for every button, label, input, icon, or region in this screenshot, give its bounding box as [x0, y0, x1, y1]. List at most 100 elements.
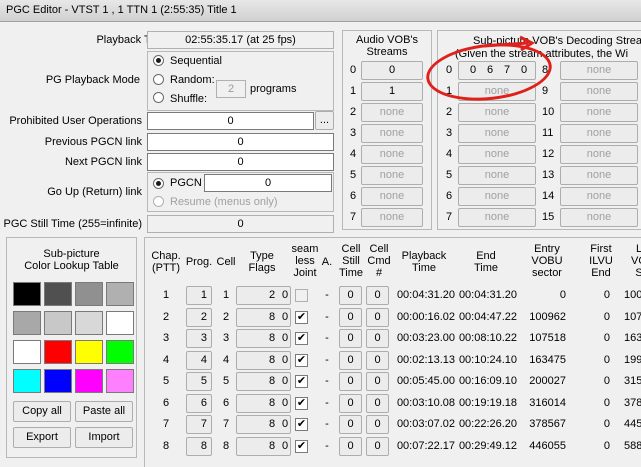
- type-flags-button[interactable]: 80: [236, 329, 291, 348]
- shuffle-radio[interactable]: [153, 92, 164, 103]
- clut-color-swatch[interactable]: [75, 369, 103, 393]
- subpic-stream-button[interactable]: none: [458, 103, 536, 122]
- type-flags-button[interactable]: 80: [236, 415, 291, 434]
- still-time-field[interactable]: 0: [339, 372, 362, 391]
- prog-button[interactable]: 5: [186, 372, 212, 391]
- cell-cmd-field[interactable]: 0: [366, 415, 389, 434]
- export-button[interactable]: Export: [13, 427, 71, 448]
- subpic-stream-button[interactable]: none: [560, 103, 638, 122]
- chap-cell: 8: [162, 439, 170, 452]
- audio-stream-button[interactable]: none: [361, 187, 423, 206]
- cell-cmd-field[interactable]: 0: [366, 350, 389, 370]
- audio-stream-button[interactable]: none: [361, 166, 423, 185]
- subpic-stream-button[interactable]: none: [458, 187, 536, 206]
- still-time-field[interactable]: 0: [147, 215, 334, 233]
- prog-button[interactable]: 3: [186, 329, 212, 348]
- still-time-field[interactable]: 0: [339, 286, 362, 305]
- clut-color-swatch[interactable]: [106, 282, 134, 306]
- prohibited-ops-field[interactable]: 0: [147, 112, 314, 130]
- cell-cmd-field[interactable]: 0: [366, 372, 389, 391]
- table-row: 1 1 1 2 0-0 0 00:04:31.20 00:04:31.20 0 0 100: [146, 286, 641, 307]
- copy-all-button[interactable]: Copy all: [13, 401, 71, 422]
- seamless-checkbox[interactable]: ✔: [295, 375, 308, 388]
- subpic-stream-button[interactable]: none: [458, 208, 536, 227]
- table-row: 3 3 3 8 0 ✔ -0 0 00:03:23.00 00:08:10.22 107518 0 16…: [146, 329, 641, 350]
- audio-stream-button[interactable]: none: [361, 124, 423, 143]
- clut-color-swatch[interactable]: [44, 311, 72, 335]
- cell-cmd-field[interactable]: 0: [366, 329, 389, 348]
- still-time-field[interactable]: 0: [339, 307, 362, 327]
- cell-cmd-field[interactable]: 0: [366, 393, 389, 413]
- type-flags-button[interactable]: 80: [236, 307, 291, 327]
- subpic-stream-button[interactable]: none: [560, 187, 638, 206]
- still-time-field[interactable]: 0: [339, 329, 362, 348]
- programs-count-field[interactable]: 2: [216, 80, 246, 98]
- type-flags-button[interactable]: 80: [236, 436, 291, 456]
- subpic-stream-button[interactable]: none: [560, 82, 638, 101]
- audio-stream-button[interactable]: 0: [361, 61, 423, 80]
- seamless-checkbox[interactable]: ✔: [295, 396, 308, 410]
- audio-stream-button[interactable]: none: [361, 103, 423, 122]
- clut-color-swatch[interactable]: [13, 311, 41, 335]
- audio-stream-button[interactable]: none: [361, 145, 423, 164]
- subpic-stream-button[interactable]: none: [560, 208, 638, 227]
- clut-color-swatch[interactable]: [13, 282, 41, 306]
- audio-stream-button[interactable]: none: [361, 208, 423, 227]
- random-radio[interactable]: [153, 74, 164, 85]
- clut-color-swatch[interactable]: [44, 369, 72, 393]
- subpic-stream-button[interactable]: none: [560, 61, 638, 80]
- audio-stream-button[interactable]: 1: [361, 82, 423, 101]
- type-flags-button[interactable]: 20: [236, 286, 291, 305]
- subpic-stream-button[interactable]: none: [458, 124, 536, 143]
- clut-color-swatch[interactable]: [75, 282, 103, 306]
- type-flags-button[interactable]: 80: [236, 372, 291, 391]
- still-time-field[interactable]: 0: [339, 350, 362, 370]
- prog-button[interactable]: 7: [186, 415, 212, 434]
- goup-pgcn-radio[interactable]: [153, 178, 164, 189]
- import-button[interactable]: Import: [75, 427, 133, 448]
- seamless-checkbox[interactable]: ✔: [295, 332, 308, 345]
- next-pgcn-field[interactable]: 0: [147, 153, 334, 171]
- clut-color-swatch[interactable]: [106, 369, 134, 393]
- paste-all-button[interactable]: Paste all: [75, 401, 133, 422]
- cell-cmd-field[interactable]: 0: [366, 286, 389, 305]
- still-time-field[interactable]: 0: [339, 436, 362, 456]
- clut-color-swatch[interactable]: [75, 311, 103, 335]
- cell-cmd-field[interactable]: 0: [366, 436, 389, 456]
- subpic-stream-button[interactable]: none: [560, 124, 638, 143]
- subpic-stream-button[interactable]: none: [458, 166, 536, 185]
- col-header-line: VOBU: [531, 255, 563, 267]
- prog-button[interactable]: 1: [186, 286, 212, 305]
- seamless-checkbox[interactable]: ✔: [295, 353, 308, 367]
- resume-radio[interactable]: [153, 196, 164, 207]
- goup-pgcn-field[interactable]: 0: [204, 174, 332, 192]
- prog-button[interactable]: 6: [186, 393, 212, 413]
- subpic-stream-button[interactable]: none: [560, 166, 638, 185]
- subpic-stream-button[interactable]: none: [560, 145, 638, 164]
- type-flags-button[interactable]: 80: [236, 393, 291, 413]
- clut-color-swatch[interactable]: [44, 340, 72, 364]
- seamless-checkbox[interactable]: ✔: [295, 439, 308, 453]
- type-flags-button[interactable]: 80: [236, 350, 291, 370]
- prog-button[interactable]: 2: [186, 307, 212, 327]
- clut-color-swatch[interactable]: [75, 340, 103, 364]
- clut-color-swatch[interactable]: [13, 340, 41, 364]
- title-bar[interactable]: PGC Editor - VTST 1 , 1 TTN 1 (2:55:35) …: [0, 0, 641, 22]
- flags-value: 0: [282, 396, 289, 409]
- prog-button[interactable]: 8: [186, 436, 212, 456]
- still-time-field[interactable]: 0: [339, 415, 362, 434]
- prev-pgcn-field[interactable]: 0: [147, 133, 334, 151]
- seamless-checkbox[interactable]: ✔: [295, 310, 308, 324]
- clut-color-swatch[interactable]: [13, 369, 41, 393]
- clut-color-swatch[interactable]: [106, 311, 134, 335]
- prog-button[interactable]: 4: [186, 350, 212, 370]
- sequential-radio[interactable]: [153, 55, 164, 66]
- subpic-stream-button[interactable]: none: [458, 145, 536, 164]
- seamless-checkbox[interactable]: ✔: [295, 418, 308, 431]
- seamless-checkbox[interactable]: [295, 289, 308, 302]
- still-time-field[interactable]: 0: [339, 393, 362, 413]
- cell-cmd-field[interactable]: 0: [366, 307, 389, 327]
- clut-color-swatch[interactable]: [44, 282, 72, 306]
- clut-color-swatch[interactable]: [106, 340, 134, 364]
- prohibited-ops-browse-button[interactable]: ...: [315, 111, 334, 130]
